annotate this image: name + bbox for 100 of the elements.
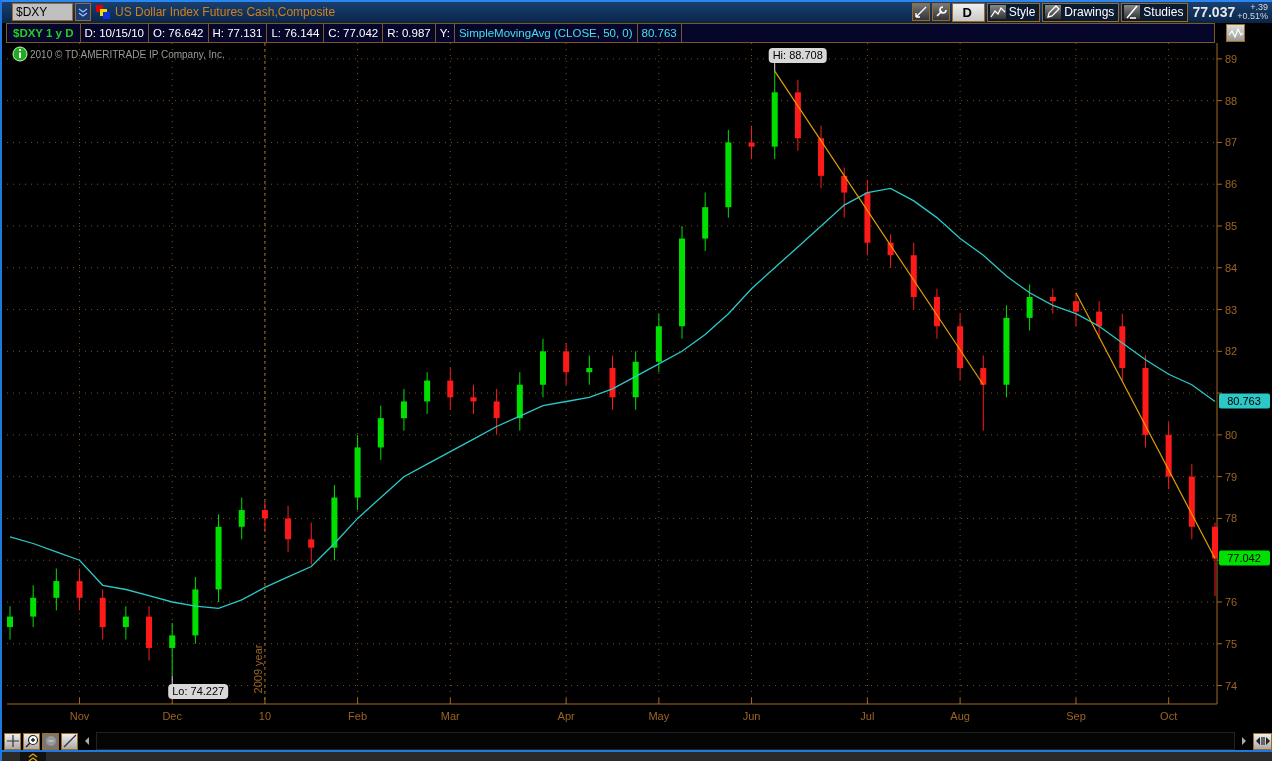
axis-label: 76	[1225, 596, 1238, 608]
price-tag: 80.763	[1219, 393, 1270, 409]
slash-icon	[1124, 5, 1141, 20]
candlestick	[308, 522, 315, 565]
candlestick	[146, 605, 153, 661]
candlestick	[563, 342, 570, 386]
candlestick	[1072, 292, 1079, 327]
candlestick	[1096, 300, 1103, 340]
candlestick	[748, 125, 755, 160]
scroll-right-icon[interactable]	[1240, 736, 1248, 746]
candlestick	[377, 405, 384, 461]
candlestick	[841, 167, 848, 219]
info-field: O: 76.642	[149, 23, 209, 42]
wrench-icon[interactable]	[931, 3, 950, 22]
candlestick	[285, 505, 292, 553]
zoom-out-icon[interactable]	[42, 732, 59, 750]
candlestick	[400, 388, 407, 432]
candlestick	[586, 355, 593, 386]
info-field: H: 77.131	[208, 23, 268, 42]
candlestick	[7, 605, 13, 641]
price-change: +.39	[1250, 3, 1268, 13]
chart-type-icon[interactable]	[1226, 23, 1245, 42]
axis-label: 87	[1225, 136, 1238, 149]
axis-label: 89	[1225, 52, 1238, 65]
scroll-track[interactable]	[96, 732, 1235, 750]
chevron-down-icon	[77, 6, 89, 19]
info-field: D: 10/15/10	[80, 23, 149, 42]
pencil-icon	[1045, 5, 1062, 20]
trend-line[interactable]	[1075, 292, 1216, 560]
fit-width-icon[interactable]	[1253, 732, 1272, 750]
axis-label: 83	[1225, 303, 1238, 316]
axis-label: Apr	[557, 710, 575, 722]
info-field: SimpleMovingAvg (CLOSE, 50, 0)	[454, 23, 638, 42]
info-field: $DXY 1 y D	[7, 23, 81, 42]
candlestick	[655, 313, 662, 373]
axis-label: Dec	[162, 710, 182, 722]
axis-label: 85	[1225, 220, 1238, 232]
candlestick	[169, 622, 176, 677]
percent-change: +0.51%	[1237, 12, 1268, 22]
zoom-in-icon[interactable]	[23, 732, 40, 750]
studies-button[interactable]: Studies	[1121, 2, 1189, 22]
axis-label: 75	[1225, 637, 1238, 650]
color-squares-icon[interactable]	[95, 4, 111, 21]
candlestick	[702, 192, 709, 252]
candlestick	[53, 568, 60, 611]
axis-label: Aug	[950, 710, 970, 722]
dropdown-button[interactable]	[75, 3, 91, 22]
candlestick	[609, 355, 616, 411]
axis-label: Sep	[1066, 710, 1086, 722]
price-callout: Lo: 74.227	[168, 675, 229, 700]
axis-label: Jul	[860, 710, 875, 722]
axis-label: Mar	[440, 710, 460, 722]
info-field: 80.763	[637, 23, 682, 42]
axis-label: Jun	[742, 710, 761, 722]
line-tool-icon[interactable]	[61, 732, 78, 750]
trend-line[interactable]	[774, 70, 984, 386]
axis-label: 88	[1225, 94, 1238, 107]
candlestick	[540, 338, 546, 398]
expand-icon[interactable]	[20, 752, 46, 761]
annotation: Lo: 74.227	[172, 685, 225, 698]
candlestick	[1165, 421, 1172, 490]
candlestick	[238, 497, 245, 540]
last-price: 77.037	[1192, 4, 1236, 21]
candlestick	[261, 501, 268, 532]
info-icon[interactable]	[12, 46, 28, 62]
candlestick	[470, 384, 477, 415]
zoom-tool-icon[interactable]	[911, 3, 930, 22]
axis-label: 80	[1225, 428, 1238, 441]
year-label: 2009 year	[251, 644, 264, 694]
candlestick	[632, 350, 639, 411]
candlestick	[192, 576, 199, 645]
candlestick	[957, 313, 964, 382]
candlestick	[493, 388, 500, 436]
candlestick	[122, 605, 129, 641]
info-field: C: 77.042	[324, 23, 384, 42]
candlestick	[30, 584, 37, 628]
crosshair-icon[interactable]	[4, 732, 21, 750]
candlestick	[99, 588, 106, 641]
price-callout: Hi: 88.708	[768, 48, 827, 72]
candlestick	[76, 568, 83, 611]
window-title: US Dollar Index Futures Cash,Composite	[115, 5, 336, 20]
candlestick	[887, 233, 894, 269]
axis-label: 86	[1225, 178, 1238, 191]
candlestick	[818, 125, 825, 189]
axis-label: Oct	[1160, 710, 1178, 722]
axis-label: Feb	[348, 710, 368, 722]
style-button[interactable]: Style	[986, 2, 1041, 22]
candlestick	[910, 242, 917, 311]
price-tag: 77.042	[1219, 550, 1270, 566]
scroll-left-icon[interactable]	[83, 736, 91, 746]
candlestick	[1119, 313, 1126, 382]
copyright-text: 2010 © TD AMERITRADE IP Company, Inc.	[30, 49, 225, 60]
period-button[interactable]: D	[951, 2, 985, 22]
drawings-button[interactable]: Drawings	[1042, 2, 1120, 22]
axis-label: May	[648, 710, 670, 722]
candlestick	[516, 371, 523, 432]
annotation: Hi: 88.708	[772, 49, 823, 62]
info-field: L: 76.144	[267, 23, 325, 42]
symbol-field[interactable]: $DXY	[12, 3, 73, 22]
info-field: Y:	[435, 23, 455, 42]
